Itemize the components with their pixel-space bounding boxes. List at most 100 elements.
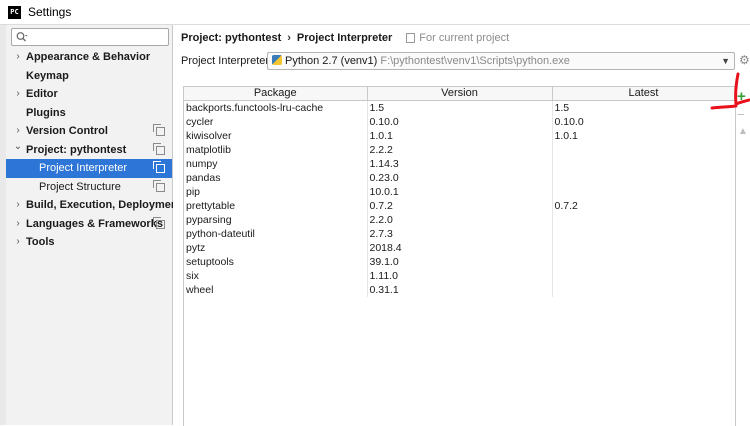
latest-version-cell xyxy=(552,143,735,157)
settings-search-input[interactable] xyxy=(11,28,169,46)
version-cell: 1.5 xyxy=(367,100,553,115)
table-row[interactable]: cycler 0.10.0 0.10.0 xyxy=(184,115,735,129)
latest-version-cell: 1.0.1 xyxy=(552,129,735,143)
table-row[interactable]: matplotlib 2.2.2 xyxy=(184,143,735,157)
latest-version-cell xyxy=(552,255,735,269)
package-name-cell: pandas xyxy=(184,171,368,185)
settings-tree: › Appearance & Behavior Keymap › Editor Plugi… xyxy=(6,48,181,252)
chevron-right-icon[interactable]: › xyxy=(13,48,23,67)
latest-version-cell xyxy=(552,213,735,227)
upgrade-package-button[interactable]: ▲ xyxy=(738,126,748,138)
column-header-version[interactable]: Version xyxy=(367,87,553,101)
version-cell: 1.11.0 xyxy=(367,269,553,283)
package-name-cell: matplotlib xyxy=(184,143,368,157)
sidebar-item-label: Keymap xyxy=(26,69,69,82)
latest-version-cell xyxy=(552,269,735,283)
interpreter-label: Project Interpreter: xyxy=(181,55,273,67)
package-name-cell: prettytable xyxy=(184,199,368,213)
project-scope-icon xyxy=(153,161,165,173)
packages-table: Package Version Latest backports.functoo… xyxy=(183,86,736,426)
package-name-cell: python-dateutil xyxy=(184,227,368,241)
sidebar-item-languages-frameworks[interactable]: › Languages & Frameworks xyxy=(6,215,172,234)
package-name-cell: backports.functools-lru-cache xyxy=(184,100,368,115)
table-row[interactable]: kiwisolver 1.0.1 1.0.1 xyxy=(184,129,735,143)
search-icon xyxy=(16,32,28,42)
latest-version-cell xyxy=(552,241,735,255)
settings-sidebar: › Appearance & Behavior Keymap › Editor Plugi… xyxy=(6,25,181,425)
version-cell: 0.23.0 xyxy=(367,171,553,185)
chevron-right-icon[interactable]: › xyxy=(13,233,23,252)
breadcrumb: Project: pythontest › Project Interprete… xyxy=(181,30,509,46)
pycharm-app-icon: PC xyxy=(8,5,21,19)
sidebar-item-label: Tools xyxy=(26,236,55,248)
chevron-right-icon[interactable]: › xyxy=(13,85,23,104)
window-title: Settings xyxy=(28,5,72,19)
sidebar-item-project-interpreter[interactable]: Project Interpreter xyxy=(6,159,172,178)
sidebar-item-label: Project: pythontest xyxy=(26,143,127,156)
latest-version-cell xyxy=(552,227,735,241)
breadcrumb-project: Project: pythontest xyxy=(181,32,282,44)
package-name-cell: kiwisolver xyxy=(184,129,368,143)
version-cell: 0.31.1 xyxy=(367,283,553,297)
sidebar-item-tools[interactable]: › Tools xyxy=(6,233,172,252)
chevron-right-icon[interactable]: › xyxy=(13,196,23,215)
table-row[interactable]: pandas 0.23.0 xyxy=(184,171,735,185)
table-row[interactable]: setuptools 39.1.0 xyxy=(184,255,735,269)
table-row[interactable]: pip 10.0.1 xyxy=(184,185,735,199)
package-name-cell: pyparsing xyxy=(184,213,368,227)
chevron-right-icon[interactable]: › xyxy=(13,215,23,234)
version-cell: 1.14.3 xyxy=(367,157,553,171)
sidebar-item-appearance-behavior[interactable]: › Appearance & Behavior xyxy=(6,48,172,67)
sidebar-item-label: Build, Execution, Deployment xyxy=(26,199,182,211)
sidebar-item-keymap[interactable]: Keymap xyxy=(6,67,172,86)
version-cell: 1.0.1 xyxy=(367,129,553,143)
interpreter-name: Python 2.7 (venv1) xyxy=(285,55,378,67)
sidebar-item-label: Project Interpreter xyxy=(39,162,128,174)
sidebar-item-label: Plugins xyxy=(26,106,66,119)
sidebar-item-version-control[interactable]: › Version Control xyxy=(6,122,172,141)
latest-version-cell xyxy=(552,283,735,297)
table-header-row: Package Version Latest xyxy=(184,87,735,101)
table-row[interactable]: numpy 1.14.3 xyxy=(184,157,735,171)
interpreter-dropdown[interactable]: Python 2.7 (venv1) F:\pythontest\venv1\Sc… xyxy=(267,52,735,70)
table-row[interactable]: python-dateutil 2.7.3 xyxy=(184,227,735,241)
sidebar-item-editor[interactable]: › Editor xyxy=(6,85,172,104)
version-cell: 2.7.3 xyxy=(367,227,553,241)
version-cell: 39.1.0 xyxy=(367,255,553,269)
table-row[interactable]: pytz 2018.4 xyxy=(184,241,735,255)
table-row[interactable]: pyparsing 2.2.0 xyxy=(184,213,735,227)
package-name-cell: numpy xyxy=(184,157,368,171)
sidebar-item-label: Languages & Frameworks xyxy=(26,217,163,230)
python-icon xyxy=(272,55,282,65)
package-name-cell: wheel xyxy=(184,283,368,297)
table-row[interactable]: prettytable 0.7.2 0.7.2 xyxy=(184,199,735,213)
sidebar-item-label: Project Structure xyxy=(39,180,121,193)
project-scope-icon xyxy=(153,142,165,155)
scope-icon xyxy=(406,33,416,43)
project-scope-icon xyxy=(153,179,165,192)
sidebar-item-build-execution-deployment[interactable]: › Build, Execution, Deployment xyxy=(6,196,181,215)
sidebar-item-project-structure[interactable]: Project Structure xyxy=(6,178,172,197)
version-cell: 0.10.0 xyxy=(367,115,553,129)
chevron-down-icon[interactable]: ⌄ xyxy=(13,138,23,157)
package-name-cell: cycler xyxy=(184,115,368,129)
version-cell: 2.2.2 xyxy=(367,143,553,157)
table-row[interactable]: backports.functools-lru-cache 1.5 1.5 xyxy=(184,100,735,115)
project-scope-icon xyxy=(153,216,165,229)
package-name-cell: pip xyxy=(184,185,368,199)
sidebar-item-project-pythontest[interactable]: ⌄ Project: pythontest xyxy=(6,141,172,160)
version-cell: 2.2.0 xyxy=(367,213,553,227)
gear-icon[interactable]: ⚙ xyxy=(739,52,750,68)
interpreter-row: Project Interpreter: Python 2.7 (venv1) F… xyxy=(181,52,750,70)
version-cell: 10.0.1 xyxy=(367,185,553,199)
column-header-package[interactable]: Package xyxy=(184,87,368,101)
package-name-cell: pytz xyxy=(184,241,368,255)
latest-version-cell xyxy=(552,185,735,199)
latest-version-cell xyxy=(552,171,735,185)
table-row[interactable]: wheel 0.31.1 xyxy=(184,283,735,297)
breadcrumb-separator: › xyxy=(287,32,291,44)
sidebar-item-plugins[interactable]: Plugins xyxy=(6,104,172,123)
version-cell: 0.7.2 xyxy=(367,199,553,213)
sidebar-item-label: Appearance & Behavior xyxy=(26,51,151,63)
table-row[interactable]: six 1.11.0 xyxy=(184,269,735,283)
